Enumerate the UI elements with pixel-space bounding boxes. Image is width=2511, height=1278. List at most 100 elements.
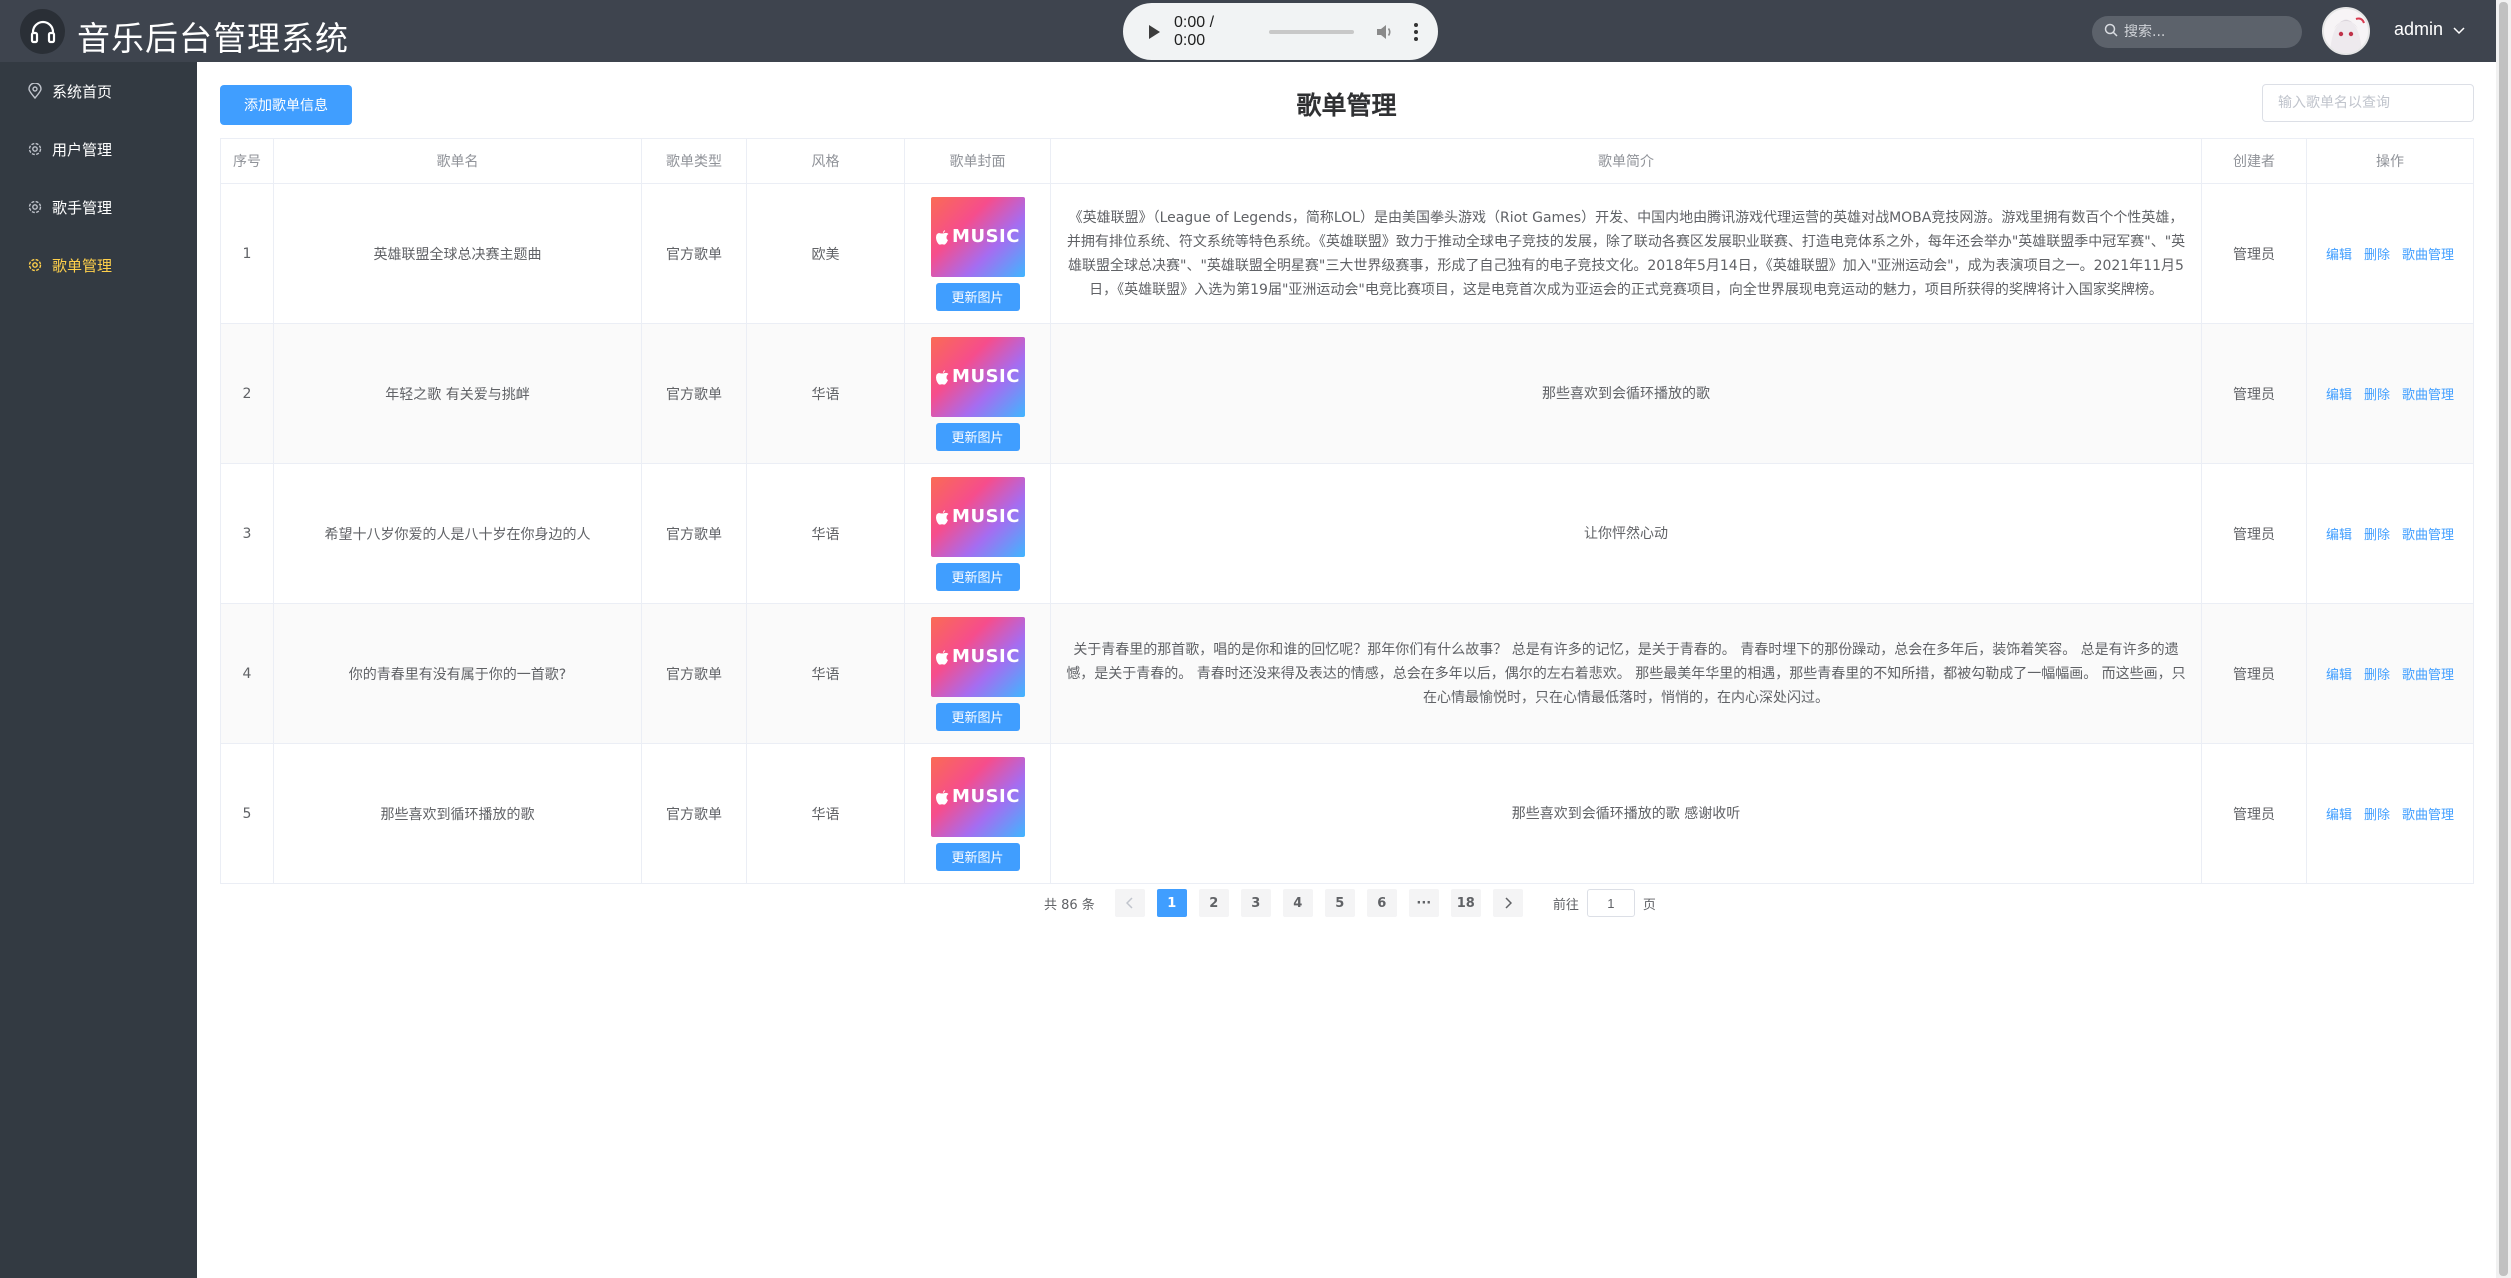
update-image-button[interactable]: 更新图片: [935, 562, 1020, 591]
next-page-button[interactable]: [1492, 889, 1523, 917]
update-image-button[interactable]: 更新图片: [935, 842, 1020, 871]
playlist-name: 希望十八岁你爱的人是八十岁在你身边的人: [273, 463, 642, 604]
playlist-creator: 管理员: [2201, 743, 2307, 884]
cover-box: MUSIC 更新图片: [917, 616, 1038, 731]
cover-box: MUSIC 更新图片: [917, 196, 1038, 311]
delete-link[interactable]: 删除: [2364, 524, 2390, 543]
table-header-row: 序号 歌单名 歌单类型 风格 歌单封面 歌单简介 创建者 操作: [220, 138, 2474, 184]
pagination-total: 共 86 条: [1044, 897, 1095, 913]
goto-page-input[interactable]: [1586, 889, 1635, 917]
user-name: admin: [2394, 19, 2444, 39]
playlist-cover-image: MUSIC: [930, 476, 1025, 557]
apple-icon: [936, 229, 949, 245]
edit-link[interactable]: 编辑: [2326, 244, 2352, 263]
search-input[interactable]: [2124, 24, 2284, 40]
header-search[interactable]: [2092, 16, 2302, 48]
audio-progress-bar[interactable]: [1268, 29, 1354, 34]
page-button[interactable]: 3: [1240, 889, 1271, 917]
playlist-type: 官方歌单: [641, 183, 747, 324]
audio-player[interactable]: 0:00 / 0:00: [1123, 3, 1438, 60]
more-options-icon[interactable]: [1414, 22, 1418, 41]
playlist-type: 官方歌单: [641, 603, 747, 744]
song-manage-link[interactable]: 歌曲管理: [2402, 524, 2454, 543]
update-image-button[interactable]: 更新图片: [935, 702, 1020, 731]
sidebar-item-singers[interactable]: 歌手管理: [0, 178, 197, 236]
cover-text: MUSIC: [952, 226, 1020, 247]
gear-icon: [26, 256, 44, 274]
row-actions: 编辑 删除 歌曲管理: [2306, 743, 2474, 884]
page-button[interactable]: 6: [1366, 889, 1397, 917]
playlist-style: 华语: [746, 323, 905, 464]
playlist-type: 官方歌单: [641, 743, 747, 884]
song-manage-link[interactable]: 歌曲管理: [2402, 244, 2454, 263]
apple-icon: [936, 509, 949, 525]
playlist-intro: 那些喜欢到会循环播放的歌: [1050, 323, 2202, 464]
top-header: 音乐后台管理系统 0:00 / 0:00 搜索... admin: [0, 0, 2496, 62]
search-icon: [2104, 23, 2118, 42]
song-manage-link[interactable]: 歌曲管理: [2402, 804, 2454, 823]
user-menu[interactable]: admin: [2394, 19, 2465, 40]
playlist-cover-cell: MUSIC 更新图片: [904, 183, 1051, 324]
column-header: 歌单类型: [641, 138, 747, 184]
cover-text: MUSIC: [952, 506, 1020, 527]
table-row: 4 你的青春里有没有属于你的一首歌? 官方歌单 华语 MUSIC 更新图片 关于青春里的那首…: [220, 603, 2474, 744]
page-button[interactable]: 4: [1282, 889, 1313, 917]
prev-page-button[interactable]: [1114, 889, 1145, 917]
delete-link[interactable]: 删除: [2364, 804, 2390, 823]
sidebar-item-playlists[interactable]: 歌单管理: [0, 236, 197, 294]
playlist-table: 序号 歌单名 歌单类型 风格 歌单封面 歌单简介 创建者 操作 1 英雄联盟全球总…: [220, 138, 2474, 884]
playlist-cover-image: MUSIC: [930, 756, 1025, 837]
playlist-cover-image: MUSIC: [930, 196, 1025, 277]
song-manage-link[interactable]: 歌曲管理: [2402, 384, 2454, 403]
edit-link[interactable]: 编辑: [2326, 804, 2352, 823]
edit-link[interactable]: 编辑: [2326, 384, 2352, 403]
cover-text: MUSIC: [952, 646, 1020, 667]
sidebar-item-users[interactable]: 用户管理: [0, 120, 197, 178]
add-playlist-button[interactable]: 添加歌单信息: [220, 85, 352, 125]
playlist-cover-cell: MUSIC 更新图片: [904, 603, 1051, 744]
delete-link[interactable]: 删除: [2364, 384, 2390, 403]
avatar[interactable]: [2322, 7, 2370, 55]
update-image-button[interactable]: 更新图片: [935, 282, 1020, 311]
playlist-type: 官方歌单: [641, 323, 747, 464]
song-manage-link[interactable]: 歌曲管理: [2402, 664, 2454, 683]
table-row: 3 希望十八岁你爱的人是八十岁在你身边的人 官方歌单 华语 MUSIC 更新图片 让你怦然心…: [220, 463, 2474, 604]
playlist-intro: 关于青春里的那首歌，唱的是你和谁的回忆呢？那年你们有什么故事？ 总是有许多的记忆…: [1050, 603, 2202, 744]
playlist-query-input[interactable]: [2262, 84, 2474, 122]
apple-icon: [936, 649, 949, 665]
more-pages-button[interactable]: ···: [1408, 889, 1439, 917]
playlist-cover-cell: MUSIC 更新图片: [904, 743, 1051, 884]
page-button[interactable]: 2: [1198, 889, 1229, 917]
page-button[interactable]: 5: [1324, 889, 1355, 917]
play-icon[interactable]: [1149, 24, 1160, 39]
edit-link[interactable]: 编辑: [2326, 664, 2352, 683]
page-button[interactable]: 18: [1450, 889, 1481, 917]
page-button[interactable]: 1: [1156, 889, 1187, 917]
audio-time: 0:00 / 0:00: [1174, 13, 1215, 49]
app-title: 音乐后台管理系统: [77, 19, 349, 58]
playlist-cover-image: MUSIC: [930, 336, 1025, 417]
scrollbar-thumb[interactable]: [2499, 2, 2508, 1276]
delete-link[interactable]: 删除: [2364, 244, 2390, 263]
playlist-style: 欧美: [746, 183, 905, 324]
update-image-button[interactable]: 更新图片: [935, 422, 1020, 451]
playlist-intro: 那些喜欢到会循环播放的歌 感谢收听: [1050, 743, 2202, 884]
playlist-name: 你的青春里有没有属于你的一首歌?: [273, 603, 642, 744]
playlist-name: 英雄联盟全球总决赛主题曲: [273, 183, 642, 324]
table-row: 1 英雄联盟全球总决赛主题曲 官方歌单 欧美 MUSIC 更新图片 《英雄联盟》（Leagu…: [220, 183, 2474, 324]
pagination: 共 86 条 1 2 3 4 5 6 ··· 18 前往 页: [1044, 888, 1656, 918]
page-title: 歌单管理: [1296, 91, 1397, 120]
chevron-down-icon: [2453, 19, 2465, 40]
cover-text: MUSIC: [952, 786, 1020, 807]
cover-box: MUSIC 更新图片: [917, 476, 1038, 591]
edit-link[interactable]: 编辑: [2326, 524, 2352, 543]
row-actions: 编辑 删除 歌曲管理: [2306, 463, 2474, 604]
column-header: 序号: [220, 138, 274, 184]
delete-link[interactable]: 删除: [2364, 664, 2390, 683]
location-icon: [26, 82, 44, 100]
headphones-icon: [20, 9, 65, 54]
chevron-left-icon: [1125, 897, 1133, 909]
sidebar-item-home[interactable]: 系统首页: [0, 62, 197, 120]
vertical-scrollbar[interactable]: [2496, 0, 2511, 1278]
volume-icon[interactable]: [1376, 24, 1394, 40]
